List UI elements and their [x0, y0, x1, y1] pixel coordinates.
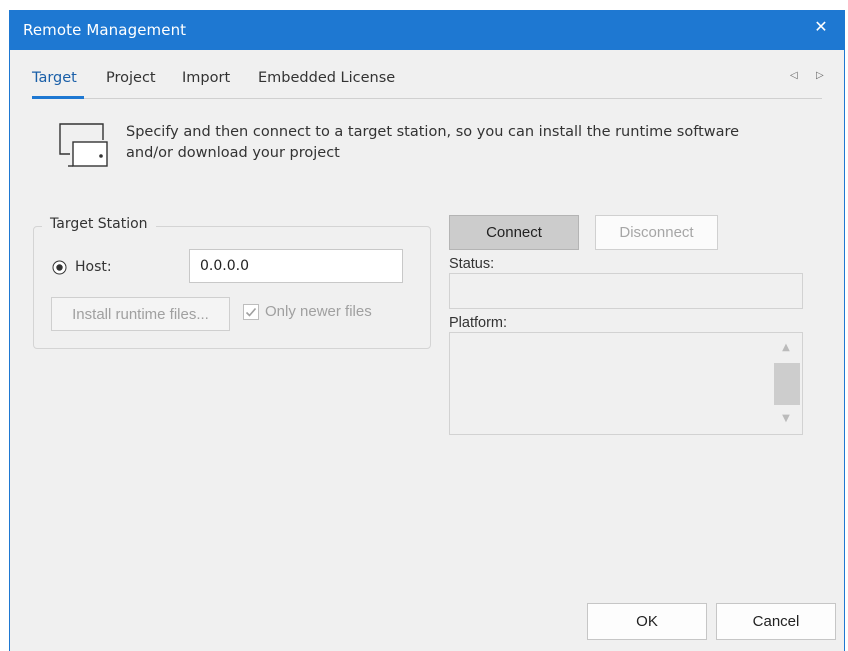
window-title: Remote Management	[23, 21, 187, 39]
status-field	[449, 273, 803, 309]
install-runtime-files-button[interactable]: Install runtime files...	[51, 297, 230, 331]
tab-divider	[32, 98, 822, 99]
only-newer-files-checkbox[interactable]	[243, 304, 259, 320]
tab-target[interactable]: Target	[32, 70, 77, 86]
target-station-icon	[59, 123, 108, 167]
platform-field[interactable]: ▲ ▼	[449, 332, 803, 435]
host-radio[interactable]	[51, 259, 68, 276]
status-label: Status:	[449, 256, 495, 272]
host-input[interactable]	[189, 249, 403, 283]
scroll-up-icon[interactable]: ▲	[780, 343, 792, 353]
active-tab-indicator	[32, 96, 84, 99]
scroll-down-icon[interactable]: ▼	[780, 414, 792, 424]
host-label: Host:	[75, 259, 112, 275]
connect-button[interactable]: Connect	[449, 215, 579, 250]
tab-embedded-license[interactable]: Embedded License	[258, 70, 395, 86]
chevron-left-icon[interactable]: ◁	[790, 70, 798, 81]
remote-management-dialog: Remote Management ✕ Target Project Impor…	[9, 10, 845, 651]
platform-label: Platform:	[449, 315, 508, 331]
scroll-thumb[interactable]	[774, 363, 800, 405]
tab-project[interactable]: Project	[106, 70, 156, 86]
close-icon[interactable]: ✕	[811, 17, 831, 36]
platform-scrollbar[interactable]: ▲ ▼	[771, 334, 801, 433]
title-bar[interactable]: Remote Management ✕	[9, 10, 845, 50]
target-station-title: Target Station	[42, 216, 156, 232]
tab-import[interactable]: Import	[182, 70, 230, 86]
description-text: Specify and then connect to a target sta…	[126, 124, 740, 161]
disconnect-button[interactable]: Disconnect	[595, 215, 718, 250]
cancel-button[interactable]: Cancel	[716, 603, 836, 640]
ok-button[interactable]: OK	[587, 603, 707, 640]
chevron-right-icon[interactable]: ▷	[816, 70, 824, 81]
tab-bar: Target Project Import Embedded License ◁…	[10, 50, 844, 100]
only-newer-files-label: Only newer files	[265, 303, 372, 320]
